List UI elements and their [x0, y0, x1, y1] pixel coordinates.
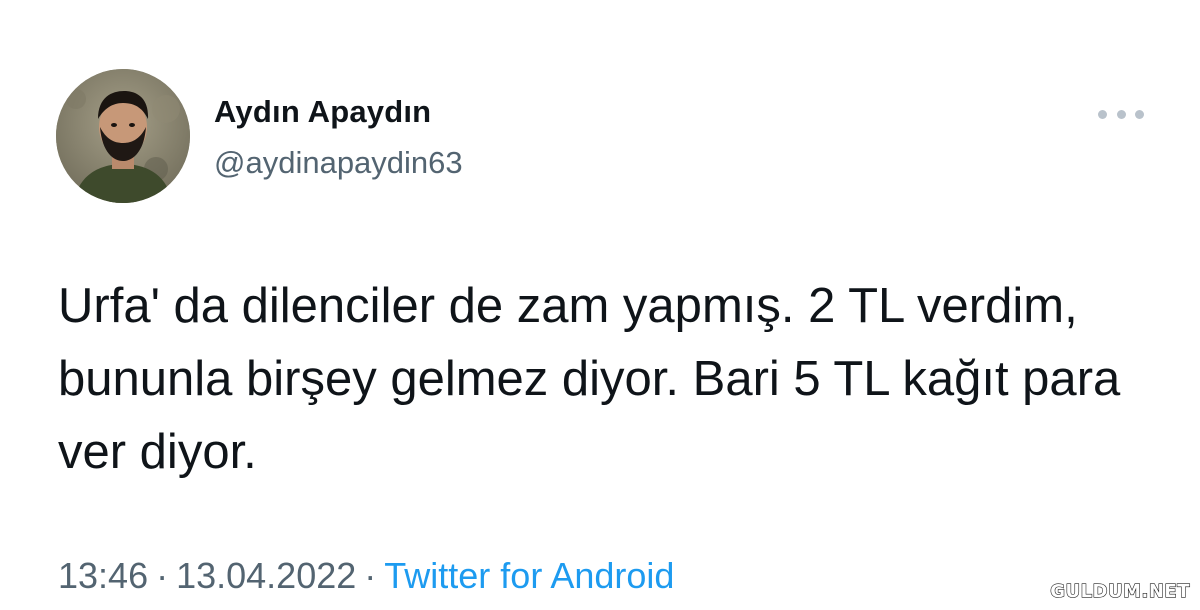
- profile-photo-icon: [56, 69, 190, 203]
- meta-separator: ·: [364, 555, 377, 596]
- author-handle[interactable]: @aydinapaydin63: [214, 145, 463, 181]
- tweet-date[interactable]: 13.04.2022: [176, 555, 356, 596]
- more-dots-icon[interactable]: [1098, 104, 1144, 124]
- author-display-name[interactable]: Aydın Apaydın: [214, 94, 431, 130]
- tweet-time[interactable]: 13:46: [58, 555, 148, 596]
- dot: [1116, 109, 1126, 119]
- tweet-text: Urfa' da dilenciler de zam yapmış. 2 TL …: [58, 279, 1121, 479]
- tweet-meta: 13:46 · 13.04.2022 · Twitter for Android: [58, 555, 674, 597]
- meta-separator: ·: [156, 555, 169, 596]
- tweet-card: Aydın Apaydın @aydinapaydin63 Urfa' da d…: [0, 0, 1200, 610]
- tweet-source-link[interactable]: Twitter for Android: [384, 555, 674, 596]
- dot: [1135, 109, 1144, 119]
- avatar[interactable]: [56, 69, 190, 203]
- watermark: GULDUM.NET: [1050, 580, 1191, 602]
- dot: [1098, 109, 1107, 119]
